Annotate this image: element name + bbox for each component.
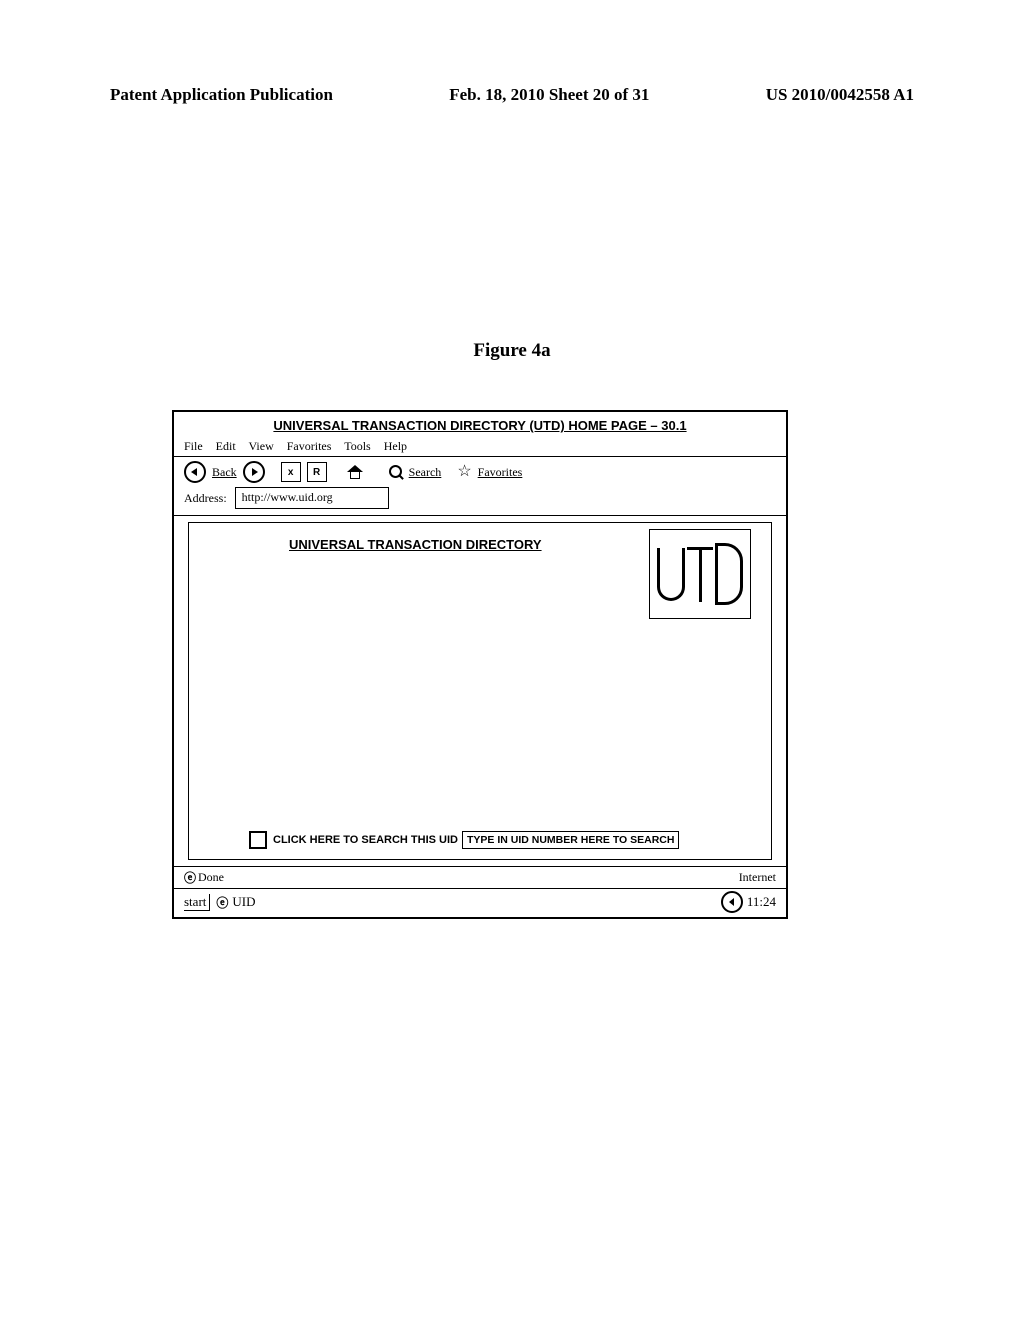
- logo-letter-t: [689, 547, 711, 602]
- toolbar: Back x R Search ☆ Favorites: [174, 457, 786, 485]
- favorites-button[interactable]: Favorites: [478, 465, 523, 480]
- back-button[interactable]: Back: [212, 465, 237, 480]
- figure-label: Figure 4a: [0, 340, 1024, 362]
- content-box: UNIVERSAL TRANSACTION DIRECTORY CLICK HE…: [188, 522, 772, 860]
- taskbar: start ⓔ UID 11:24: [174, 889, 786, 917]
- search-button[interactable]: Search: [409, 465, 442, 480]
- search-icon[interactable]: [389, 465, 403, 479]
- stop-button[interactable]: x: [281, 462, 301, 482]
- menu-edit[interactable]: Edit: [216, 439, 236, 453]
- taskbar-ie-icon[interactable]: ⓔ: [216, 894, 228, 911]
- utd-logo: [649, 529, 751, 619]
- logo-letter-u: [657, 548, 685, 601]
- taskbar-clock: 11:24: [747, 894, 776, 910]
- menu-file[interactable]: File: [184, 439, 203, 453]
- forward-icon[interactable]: [243, 461, 265, 483]
- content-area: UNIVERSAL TRANSACTION DIRECTORY CLICK HE…: [174, 516, 786, 866]
- start-button[interactable]: start: [184, 894, 210, 911]
- menu-view[interactable]: View: [248, 439, 273, 453]
- menu-help[interactable]: Help: [384, 439, 407, 453]
- refresh-button[interactable]: R: [307, 462, 327, 482]
- header-left: Patent Application Publication: [110, 85, 333, 105]
- status-bar: ⓔ Done Internet: [174, 866, 786, 889]
- favorites-icon[interactable]: ☆: [457, 465, 471, 479]
- search-prompt[interactable]: CLICK HERE TO SEARCH THIS UID: [273, 834, 458, 846]
- browser-window: UNIVERSAL TRANSACTION DIRECTORY (UTD) HO…: [172, 410, 788, 919]
- address-label: Address:: [184, 491, 227, 506]
- header-center: Feb. 18, 2010 Sheet 20 of 31: [449, 85, 649, 105]
- tray-icon[interactable]: [721, 891, 743, 913]
- search-checkbox[interactable]: [249, 831, 267, 849]
- menu-tools[interactable]: Tools: [344, 439, 371, 453]
- uid-search-input[interactable]: TYPE IN UID NUMBER HERE TO SEARCH: [462, 831, 680, 849]
- menu-favorites[interactable]: Favorites: [287, 439, 332, 453]
- page-heading: UNIVERSAL TRANSACTION DIRECTORY: [289, 537, 542, 552]
- address-input[interactable]: http://www.uid.org: [235, 487, 389, 509]
- menu-bar: File Edit View Favorites Tools Help: [174, 437, 786, 457]
- patent-header: Patent Application Publication Feb. 18, …: [110, 85, 914, 105]
- ie-icon: ⓔ: [184, 869, 196, 886]
- window-title: UNIVERSAL TRANSACTION DIRECTORY (UTD) HO…: [174, 412, 786, 437]
- search-row: CLICK HERE TO SEARCH THIS UID TYPE IN UI…: [249, 831, 757, 849]
- status-zone: Internet: [739, 870, 776, 885]
- address-bar: Address: http://www.uid.org: [174, 485, 786, 516]
- back-icon[interactable]: [184, 461, 206, 483]
- logo-letter-d: [715, 543, 743, 605]
- taskbar-app[interactable]: UID: [232, 894, 255, 910]
- header-right: US 2010/0042558 A1: [766, 85, 914, 105]
- status-done: Done: [198, 870, 224, 885]
- home-icon[interactable]: [347, 465, 363, 479]
